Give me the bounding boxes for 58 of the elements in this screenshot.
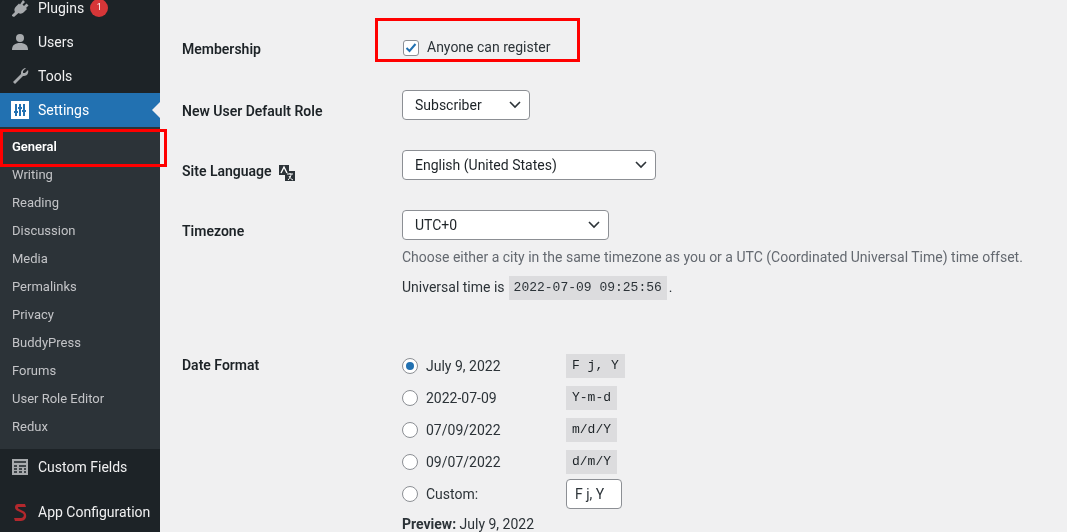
checkbox-label[interactable]: Anyone can register xyxy=(427,37,551,58)
option-label[interactable]: 07/09/2022 xyxy=(426,419,566,441)
role-select[interactable]: Subscriber xyxy=(402,90,530,120)
menu-item[interactable]: Plugins 1 xyxy=(0,0,160,25)
menu-item[interactable]: App Configuration xyxy=(0,495,160,529)
submenu-item[interactable]: General xyxy=(0,133,160,161)
menu-item[interactable]: Tools xyxy=(0,59,160,93)
format-code: m/d/Y xyxy=(566,418,617,442)
period-text: . xyxy=(668,278,673,298)
submenu-item[interactable]: Redux xyxy=(0,413,160,441)
table-icon xyxy=(11,458,29,476)
menu-item[interactable]: Users xyxy=(0,25,160,59)
submenu-item[interactable]: Privacy xyxy=(0,301,160,329)
submenu-item[interactable]: Forums xyxy=(0,357,160,385)
s-logo-icon xyxy=(12,502,28,522)
format-code: Y-m-d xyxy=(566,386,617,410)
submenu-item[interactable]: Permalinks xyxy=(0,273,160,301)
description-text: Choose either a city in the same timezone as you or a UTC (Coordinated Universal Time) time offset. xyxy=(402,248,1023,268)
option-label[interactable]: July 9, 2022 xyxy=(426,355,566,377)
field-label: Date Format xyxy=(182,356,260,375)
radio-button[interactable] xyxy=(402,454,418,470)
current-pointer xyxy=(152,102,160,118)
checkbox[interactable] xyxy=(403,39,419,56)
format-code: d/m/Y xyxy=(566,450,617,474)
option-label[interactable]: 09/07/2022 xyxy=(426,451,566,473)
submenu-item[interactable]: Reading xyxy=(0,189,160,217)
custom-format-field[interactable]: F j, Y xyxy=(566,479,622,509)
plug-icon xyxy=(10,0,30,18)
submenu-item[interactable]: User Role Editor xyxy=(0,385,160,413)
caret-icon xyxy=(588,221,600,229)
field-label: Timezone xyxy=(182,222,245,241)
submenu-item[interactable]: Discussion xyxy=(0,217,160,245)
field-label: Membership xyxy=(182,40,261,59)
submenu-item[interactable]: Media xyxy=(0,245,160,273)
radio-button[interactable] xyxy=(402,486,418,502)
caret-icon xyxy=(635,161,647,169)
menu-item[interactable]: Custom Fields xyxy=(0,450,160,484)
option-label[interactable]: 2022-07-09 xyxy=(426,387,566,409)
universal-time-value: 2022-07-09 09:25:56 xyxy=(508,276,667,300)
timezone-select[interactable]: UTC+0 xyxy=(402,210,609,240)
preview-text: Preview: July 9, 2022 xyxy=(402,515,536,532)
user-icon xyxy=(10,32,30,52)
radio-button[interactable] xyxy=(402,390,418,406)
field-label: Site Language xyxy=(182,162,272,181)
submenu-item[interactable]: Writing xyxy=(0,161,160,189)
caret-icon xyxy=(509,101,521,109)
submenu-item[interactable]: BuddyPress xyxy=(0,329,160,357)
menu-item[interactable]: Settings xyxy=(0,93,160,127)
option-label[interactable]: Custom: xyxy=(426,483,566,505)
translation-icon xyxy=(277,164,296,182)
radio-button[interactable] xyxy=(402,358,418,374)
sliders-icon xyxy=(11,101,29,119)
update-count-badge: 1 xyxy=(90,0,109,17)
field-label: New User Default Role xyxy=(182,102,323,121)
radio-button[interactable] xyxy=(402,422,418,438)
universal-time-label: Universal time is xyxy=(402,278,505,298)
format-code: F j, Y xyxy=(566,354,625,378)
language-select[interactable]: English (United States) xyxy=(402,150,656,180)
